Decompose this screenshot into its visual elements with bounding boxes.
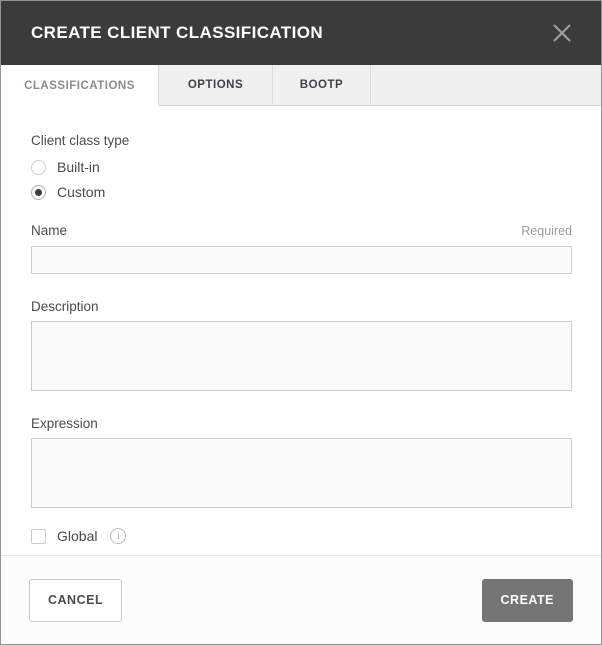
- radio-built-in-control[interactable]: [31, 159, 46, 175]
- tab-classifications[interactable]: CLASSIFICATIONS: [1, 65, 159, 106]
- dialog-footer: CANCEL CREATE: [1, 555, 601, 644]
- dialog-header: CREATE CLIENT CLASSIFICATION: [1, 1, 601, 65]
- name-input[interactable]: [31, 246, 572, 274]
- description-textarea[interactable]: [31, 321, 572, 391]
- create-client-classification-dialog: CREATE CLIENT CLASSIFICATION CLASSIFICAT…: [0, 0, 602, 645]
- radio-custom-control[interactable]: [31, 184, 46, 200]
- client-class-type-radio-group: Built-in Custom: [31, 159, 572, 200]
- required-hint: Required: [521, 224, 572, 238]
- close-button[interactable]: [549, 20, 575, 46]
- radio-custom-label: Custom: [57, 184, 106, 200]
- expression-textarea[interactable]: [31, 438, 572, 508]
- dialog-title: CREATE CLIENT CLASSIFICATION: [31, 23, 324, 42]
- client-class-type-label: Client class type: [31, 133, 130, 148]
- global-label: Global: [57, 528, 98, 544]
- tab-label: CLASSIFICATIONS: [24, 79, 135, 92]
- dialog-body: Client class type Built-in Custom Name R…: [1, 106, 601, 555]
- create-button[interactable]: CREATE: [481, 578, 573, 622]
- close-icon: [551, 22, 573, 44]
- info-icon[interactable]: i: [110, 528, 127, 544]
- tab-label: BOOTP: [299, 79, 344, 91]
- global-checkbox-row[interactable]: Global i: [31, 528, 572, 544]
- name-field-header: Name Required: [31, 223, 572, 238]
- radio-built-in-label: Built-in: [57, 159, 100, 175]
- tab-label: OPTIONS: [187, 79, 244, 91]
- tab-options[interactable]: OPTIONS: [159, 65, 273, 106]
- tab-bootp[interactable]: BOOTP: [273, 65, 371, 106]
- expression-label: Expression: [31, 416, 98, 431]
- tab-bar: CLASSIFICATIONS OPTIONS BOOTP: [1, 65, 601, 106]
- radio-option-built-in[interactable]: Built-in: [31, 159, 572, 175]
- global-checkbox[interactable]: [31, 528, 46, 544]
- cancel-button[interactable]: CANCEL: [29, 578, 123, 622]
- tab-bar-filler: [371, 65, 601, 106]
- description-label: Description: [31, 299, 99, 314]
- radio-option-custom[interactable]: Custom: [31, 184, 572, 200]
- name-label: Name: [31, 223, 68, 238]
